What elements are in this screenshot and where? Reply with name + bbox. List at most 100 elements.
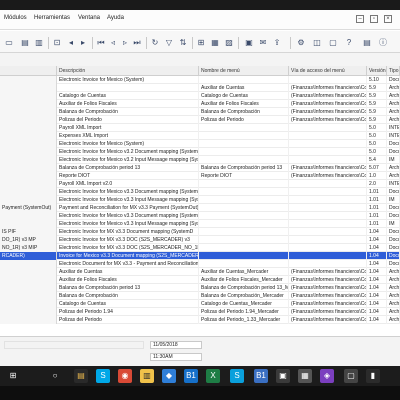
app-icon[interactable]: ▣ [276,369,290,383]
cell-menu [199,204,289,212]
mail-icon[interactable]: ✉ [258,38,268,48]
skype-business-icon[interactable]: S [230,369,244,383]
table-row[interactable]: Polizas del Periodo Polizas del Periodo (F… [0,116,400,124]
table-row[interactable]: Electronic Invoice for Mexico (System) 5.… [0,140,400,148]
table-row[interactable]: Electronic Invoice for Mexico v3.3 Input… [0,220,400,228]
terminal-icon[interactable]: ▮ [366,369,380,383]
table-row[interactable]: Electronic Invoice for Mexico v3.3 Docum… [0,212,400,220]
sap-icon[interactable]: B1 [184,369,198,383]
cell-ver: 1.04 [367,268,387,276]
menu-herramientas[interactable]: Herramientas [34,15,70,21]
open-icon[interactable]: ▤ [20,38,30,48]
print-icon[interactable]: ▥ [34,38,44,48]
table-row[interactable]: Balanza de Comprobación period 13 Balanza… [0,164,400,172]
cell-menu: Balanza de Comprobación period 13_Me [201,284,289,292]
sort-icon[interactable]: ⇅ [178,38,188,48]
windows-start-icon[interactable]: ⊞ [6,369,20,383]
cell-tipo: INTE [389,124,400,132]
notepad-icon[interactable]: ▢ [344,369,358,383]
time-field[interactable]: 11:30AM [150,353,202,361]
folder-icon[interactable]: ▥ [140,369,154,383]
excel-icon[interactable]: X [206,369,220,383]
help-icon[interactable]: ? [344,38,354,48]
chrome-icon[interactable]: ◉ [118,369,132,383]
print-preview-icon[interactable]: ⊡ [52,38,62,48]
table-row[interactable]: Electronic Invoice for Mexico v3.3 Docum… [0,188,400,196]
back-icon[interactable]: ◂ [66,38,76,48]
screen-bottom-edge [0,386,400,400]
sap-b1-icon[interactable]: B1 [254,369,268,383]
header-descripcion[interactable]: Descripción [57,66,199,76]
date-field[interactable]: 11/05/2018 [150,341,202,349]
calculator-icon[interactable]: ▦ [298,369,312,383]
cell-path: (Finanzas\Informes financieros\Co [291,300,367,308]
close-icon[interactable]: × [384,15,392,23]
layout-icon[interactable]: ◫ [312,38,322,48]
refresh-icon[interactable]: ↻ [150,38,160,48]
settings-icon[interactable]: ⚙ [296,38,306,48]
table-row[interactable]: Auxiliar de Cuentas Auxiliar de Cuentas_M… [0,268,400,276]
table-row[interactable]: Payroll XML Import v2.0 2.0 INTE [0,180,400,188]
vs-code-icon[interactable]: ◆ [162,369,176,383]
table-row[interactable]: Balanza de Comprobación period 13 Balanza… [0,284,400,292]
table-row[interactable]: Payroll XML Import 5.0 INTE [0,124,400,132]
next-record-icon[interactable]: ▹ [120,38,130,48]
chart-icon[interactable]: ▨ [224,38,234,48]
calendar-icon[interactable]: ▣ [244,38,254,48]
table-row[interactable]: Balanza de Comprobación Balanza de Compro… [0,292,400,300]
table-row[interactable]: Reporte DIOT Reporte DIOT (Finanzas\Inform… [0,172,400,180]
table-row[interactable]: Payment (SystemOut) Payment and Reconcili… [0,204,400,212]
table-row[interactable]: Catalogo de Cuentas Catalogo de Cuentas_M… [0,300,400,308]
table-row[interactable]: Polizas del Periodo 1.94 Polizas del Peri… [0,308,400,316]
tree-icon[interactable]: ⊞ [196,38,206,48]
table-row[interactable]: IS PIF Electronic Invoice for MX v3.3 Doc… [0,228,400,236]
header-nombre-menu[interactable]: Nombre de menú [199,66,289,76]
cell-ver: 1.04 [367,228,387,236]
first-record-icon[interactable]: ⏮ [96,38,106,48]
restore-icon[interactable]: ▫ [370,15,378,23]
cell-desc: Electronic Invoice for MX v3.3 DOC (S2S_… [59,244,199,252]
cell-ver: 5.07 [367,164,387,172]
header-tipo[interactable]: Tipo [387,66,400,76]
visual-studio-icon[interactable]: ◈ [320,369,334,383]
table-row[interactable]: Electronic Invoice for Mexico v3.2 Input… [0,156,400,164]
cell-menu [199,196,289,204]
table-row[interactable]: NO_1R) v3 MIP Electronic Invoice for MX v… [0,244,400,252]
cell-desc: Electronic Invoice for Mexico v3.2 Input… [59,156,199,164]
grid-icon[interactable]: ▦ [210,38,220,48]
table-row[interactable]: Electronic Invoice for Mexico v3.3 Input… [0,196,400,204]
cell-path [289,260,367,268]
table-row[interactable]: Auxiliar de Folios Fiscales Auxiliar de F… [0,100,400,108]
table-row[interactable]: RCADER) Invoice for Mexico v3.3 Document … [0,252,400,260]
table-row[interactable]: Auxiliar de Folios Fiscales Auxiliar de F… [0,276,400,284]
table-row[interactable]: Electronic Invoice for Mexico (System) 5.… [0,76,400,84]
header-via-acceso[interactable]: Vía de acceso del menú [289,66,367,76]
table-row[interactable]: Electronic Document for MX v3.3 - Paymen… [0,260,400,268]
menu-ventana[interactable]: Ventana [78,15,100,21]
forward-icon[interactable]: ▸ [78,38,88,48]
table-row[interactable]: Expenses XML Import 5.0 INTE [0,132,400,140]
table-row[interactable]: Electronic Invoice for Mexico v3.2 Docum… [0,148,400,156]
row-id-cell [0,84,57,92]
window-icon[interactable]: ▢ [328,38,338,48]
search-icon[interactable]: ○ [48,369,62,383]
new-icon[interactable]: ▭ [4,38,14,48]
menu-modulos[interactable]: Módulos [4,15,27,21]
last-record-icon[interactable]: ⏭ [132,38,142,48]
table-row[interactable]: Balanza de Comprobación Balanza de Compro… [0,108,400,116]
info-icon[interactable]: ⓘ [378,38,388,48]
table-row[interactable]: Catalogo de Cuentas Catalogo de Cuentas (F… [0,92,400,100]
file-explorer-icon[interactable]: ▤ [74,369,88,383]
header-version[interactable]: Versión [367,66,387,76]
filter-icon[interactable]: ▽ [164,38,174,48]
minimize-icon[interactable]: – [356,15,364,23]
cell-tipo: Docu [389,204,400,212]
table-row[interactable]: Polizas del Periodo Polizas del Periodo_1… [0,316,400,324]
prev-record-icon[interactable]: ◃ [108,38,118,48]
skype-icon[interactable]: S [96,369,110,383]
forms-icon[interactable]: ▤ [362,38,372,48]
table-row[interactable]: Auxiliar de Cuentas (Finanzas\Informes fi… [0,84,400,92]
export-icon[interactable]: ⇪ [272,38,282,48]
table-row[interactable]: DO_1R) v3 MP Electronic Invoice for MX v3… [0,236,400,244]
menu-ayuda[interactable]: Ayuda [107,15,124,21]
